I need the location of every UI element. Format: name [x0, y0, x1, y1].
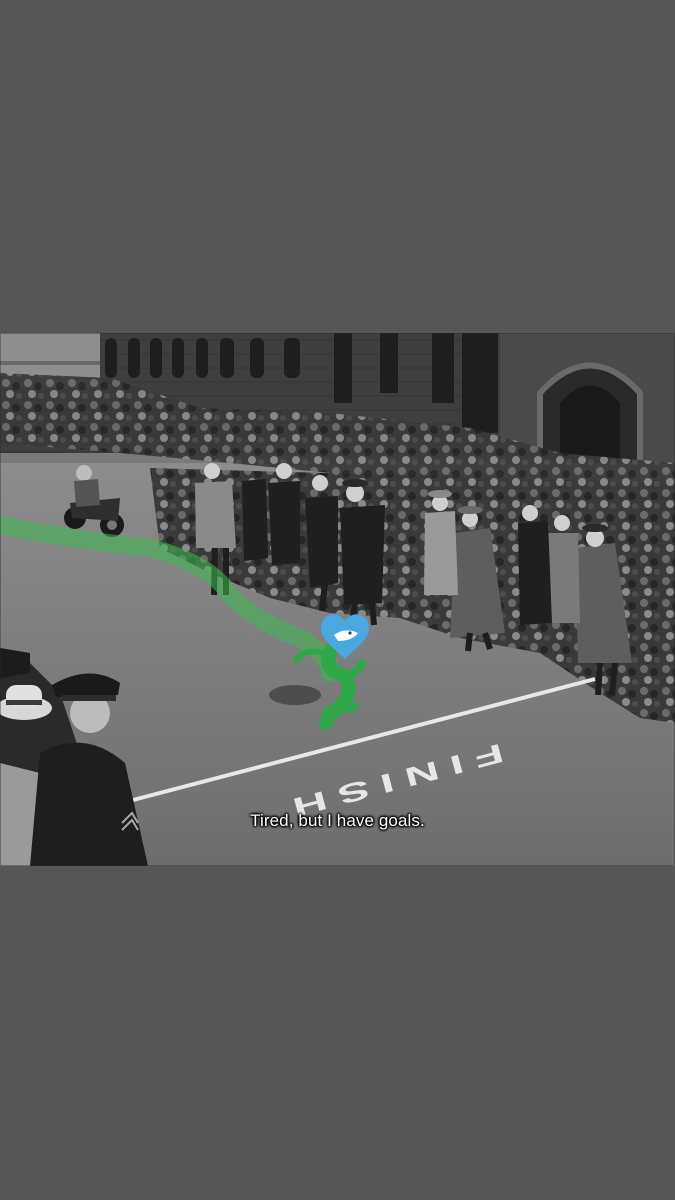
runner-shadow — [269, 685, 321, 705]
arched-doorway — [500, 333, 675, 466]
caption-text: Tired, but I have goals. — [250, 811, 425, 830]
photo-illustration: FINISH — [0, 333, 675, 866]
meme-photo: FINISH Tired, but I have goals. — [0, 333, 675, 866]
story-screen: FINISH Tired, but I have goals. — [0, 0, 675, 1200]
